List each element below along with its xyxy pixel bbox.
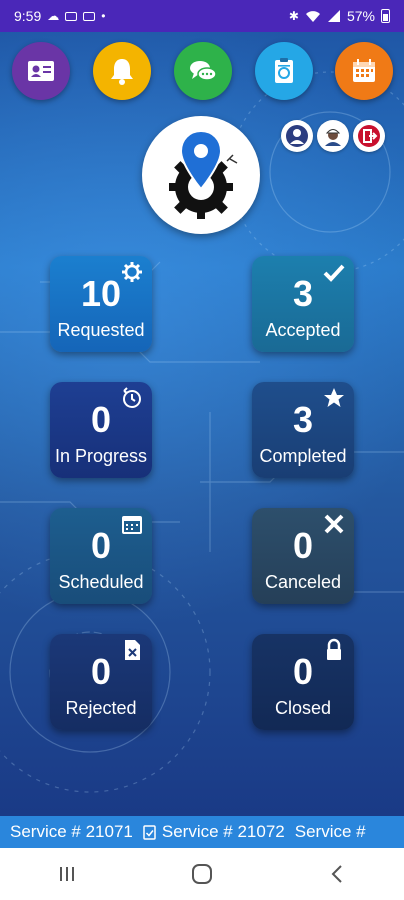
worker-icon [325,129,341,146]
ticker-item-label: Service # 21071 [10,822,133,841]
notifications-button[interactable] [93,42,151,100]
completed-label: Completed [259,445,347,466]
calendar-icon [353,59,375,82]
tile-in-progress[interactable]: 0 In Progress [50,382,152,478]
ticker-item-label: Service # [294,822,366,841]
dashboard: 10 Requested 3 Accepted 0 In Progress 3 … [0,32,404,816]
logout-button[interactable] [353,120,385,152]
gmail-icon [83,11,96,21]
calendar-button[interactable] [335,42,393,100]
clipboard-icon [275,58,293,83]
canceled-count: 0 [292,524,314,566]
requested-count: 10 [80,272,122,314]
home-button[interactable] [172,854,232,894]
bluetooth-icon: ✱ [288,9,299,23]
scheduled-count: 0 [90,524,112,566]
ticker-item[interactable]: Service # 21072 [133,822,285,842]
clock-icon [123,387,141,408]
rejected-count: 0 [90,650,112,692]
messages-button[interactable] [174,42,232,100]
home-icon [191,864,212,884]
recent-apps-button[interactable] [37,854,97,894]
scheduled-label: Scheduled [58,571,144,592]
logout-icon [358,125,380,147]
bell-icon [111,59,133,85]
ticker-item[interactable]: Service # [285,822,366,842]
calendar-small-icon [122,516,142,534]
tile-completed[interactable]: 3 Completed [252,382,354,478]
dot-icon: • [101,9,106,23]
back-button[interactable] [307,854,367,894]
technician-button[interactable] [281,120,313,152]
ticker-item[interactable]: Service # 21071 [0,822,133,842]
rejected-label: Rejected [65,697,137,718]
ticker-item-label: Service # 21072 [161,822,285,841]
gear-location-logo [169,129,238,219]
back-icon [331,865,342,883]
reports-button[interactable] [255,42,313,100]
app-logo [142,116,260,234]
recent-apps-icon [60,867,75,881]
chat-icon [190,61,217,81]
wifi-icon [305,11,320,22]
profile-card-icon [28,61,54,81]
closed-label: Closed [274,697,332,718]
lock-icon [327,638,341,660]
status-time: 9:59 [14,8,42,24]
requested-label: Requested [57,319,145,340]
document-x-icon [125,640,140,660]
gear-icon [122,262,142,282]
status-bar: 9:59 ☁ • ✱ 57% [0,0,404,32]
service-ticker[interactable]: Service # 21071 Service # 21072 Service … [0,816,404,848]
mail-icon [65,11,78,21]
star-icon [324,388,344,407]
battery-percent: 57% [346,8,375,24]
tile-requested[interactable]: 10 Requested [50,256,152,352]
system-nav-bar [0,848,404,900]
tile-accepted[interactable]: 3 Accepted [252,256,354,352]
check-icon [323,264,345,282]
battery-icon [381,9,390,23]
worker-button[interactable] [317,120,349,152]
technician-icon [286,125,308,147]
closed-count: 0 [292,650,314,692]
x-icon [324,514,344,534]
canceled-label: Canceled [264,571,342,592]
signal-icon [327,10,340,22]
tile-canceled[interactable]: 0 Canceled [252,508,354,604]
tile-scheduled[interactable]: 0 Scheduled [50,508,152,604]
in-progress-label: In Progress [54,445,148,466]
accepted-label: Accepted [265,319,341,340]
tile-rejected[interactable]: 0 Rejected [50,634,152,730]
cloud-icon: ☁ [47,9,60,23]
in-progress-count: 0 [90,398,112,440]
profile-card-button[interactable] [12,42,70,100]
completed-count: 3 [292,398,314,440]
accepted-count: 3 [292,272,314,314]
tile-closed[interactable]: 0 Closed [252,634,354,730]
clipboard-check-icon [143,825,156,840]
